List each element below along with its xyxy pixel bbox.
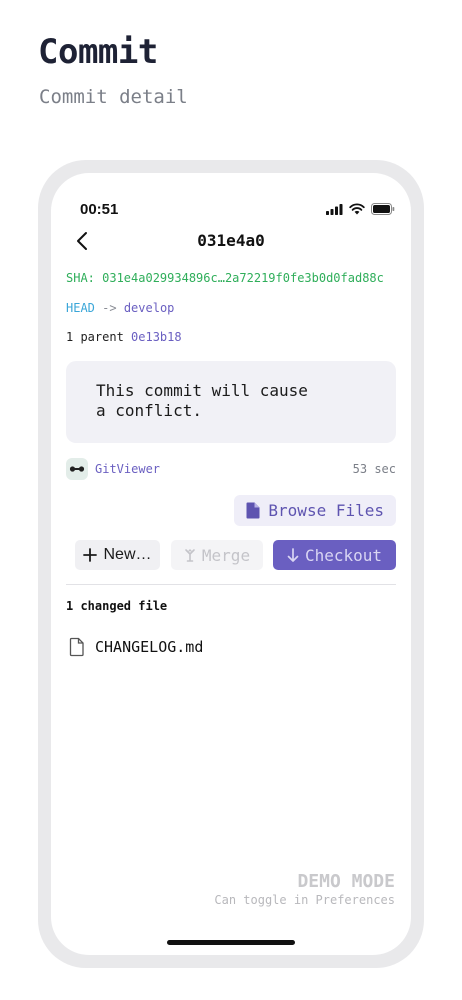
author-row: GitViewer 53 sec xyxy=(66,458,396,482)
ref-arrow: -> xyxy=(102,301,117,315)
page-title: Commit xyxy=(38,32,158,72)
merge-label: Merge xyxy=(201,545,251,565)
new-label: New… xyxy=(103,546,152,563)
page-subtitle: Commit detail xyxy=(39,86,188,108)
commit-time: 53 sec xyxy=(352,462,396,476)
phone-screen: 00:51 031e4a0 SHA: 031e4a029934896c…2a72… xyxy=(51,173,411,955)
parent-line: 1 parent 0e13b18 xyxy=(66,330,182,344)
divider xyxy=(66,584,396,585)
home-indicator[interactable] xyxy=(167,940,295,945)
ref-branch[interactable]: develop xyxy=(124,301,175,315)
file-icon xyxy=(69,637,84,657)
checkout-label: Checkout xyxy=(304,545,383,565)
wifi-icon xyxy=(349,203,365,215)
parent-label: 1 parent xyxy=(66,330,124,344)
parent-sha[interactable]: 0e13b18 xyxy=(131,330,182,344)
merge-button[interactable]: Merge xyxy=(171,540,263,570)
ref-head: HEAD xyxy=(66,301,95,315)
status-time: 00:51 xyxy=(80,201,119,218)
demo-mode-subtitle: Can toggle in Preferences xyxy=(214,893,395,907)
merge-icon xyxy=(185,549,195,562)
checkout-button[interactable]: Checkout xyxy=(273,540,396,570)
file-name: CHANGELOG.md xyxy=(95,638,204,656)
browse-files-button[interactable]: Browse Files xyxy=(234,495,396,526)
changed-files-summary: 1 changed file xyxy=(66,599,168,613)
commit-node-icon xyxy=(69,466,85,472)
commit-sha[interactable]: SHA: 031e4a029934896c…2a72219f0fe3b0d0fa… xyxy=(66,271,384,285)
avatar xyxy=(66,458,88,480)
status-icons xyxy=(326,203,395,215)
author-name: GitViewer xyxy=(95,462,161,476)
nav-title: 031e4a0 xyxy=(197,231,265,250)
browse-files-label: Browse Files xyxy=(268,501,384,520)
phone-frame: 00:51 031e4a0 SHA: 031e4a029934896c…2a72… xyxy=(38,160,424,968)
list-item[interactable]: CHANGELOG.md xyxy=(66,636,203,658)
commit-message: This commit will cause a conflict. xyxy=(66,361,396,443)
plus-icon xyxy=(83,548,98,562)
arrow-down-icon xyxy=(287,547,299,562)
demo-mode-title: DEMO MODE xyxy=(297,871,395,892)
new-button[interactable]: New… xyxy=(75,540,160,570)
document-icon xyxy=(246,502,260,519)
battery-icon xyxy=(371,203,395,215)
ref-line: HEAD -> develop xyxy=(66,301,174,315)
cellular-signal-icon xyxy=(326,203,343,215)
